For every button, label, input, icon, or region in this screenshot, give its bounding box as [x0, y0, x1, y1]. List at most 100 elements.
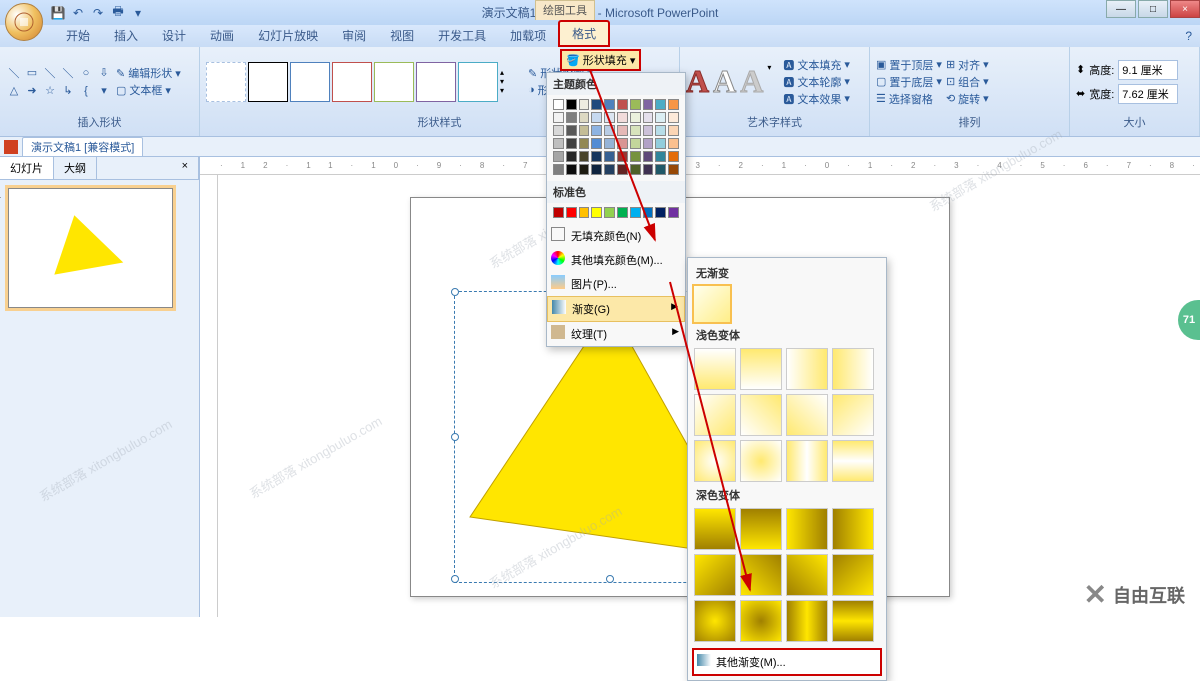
gallery-up-icon[interactable]: ▴: [500, 68, 514, 77]
color-swatch[interactable]: [566, 207, 577, 218]
wordart-gallery[interactable]: A A A ▾: [686, 63, 779, 100]
style-item[interactable]: [416, 62, 456, 102]
shape-line-icon[interactable]: ＼: [6, 65, 22, 81]
color-swatch[interactable]: [655, 125, 666, 136]
save-icon[interactable]: 💾: [50, 5, 66, 21]
gradient-swatch[interactable]: [694, 554, 736, 596]
gradient-swatch[interactable]: [832, 554, 874, 596]
color-swatch[interactable]: [630, 125, 641, 136]
color-swatch[interactable]: [579, 151, 590, 162]
send-back-button[interactable]: ▢置于底层▾: [876, 74, 942, 90]
close-button[interactable]: ×: [1170, 0, 1200, 18]
color-swatch[interactable]: [591, 125, 602, 136]
height-input[interactable]: 9.1 厘米: [1118, 60, 1178, 80]
gradient-swatch[interactable]: [786, 600, 828, 642]
gradient-swatch[interactable]: [832, 348, 874, 390]
bring-front-button[interactable]: ▣置于顶层▾: [876, 57, 942, 73]
tab-view[interactable]: 视图: [378, 24, 426, 47]
color-swatch[interactable]: [668, 138, 679, 149]
shape-line3-icon[interactable]: ＼: [60, 65, 76, 81]
color-swatch[interactable]: [617, 138, 628, 149]
color-swatch[interactable]: [655, 151, 666, 162]
gradient-swatch[interactable]: [786, 508, 828, 550]
tab-addins[interactable]: 加载项: [498, 24, 558, 47]
color-swatch[interactable]: [630, 138, 641, 149]
text-outline-button[interactable]: 🅰文本轮廓▾: [783, 74, 850, 90]
document-tab[interactable]: 演示文稿1 [兼容模式]: [22, 137, 143, 157]
gradient-swatch[interactable]: [694, 440, 736, 482]
shape-style-gallery[interactable]: ▴ ▾ ▾: [206, 62, 514, 102]
shape-arrow-icon[interactable]: ➜: [24, 83, 40, 99]
gradient-swatch[interactable]: [786, 394, 828, 436]
color-swatch[interactable]: [566, 99, 577, 110]
color-swatch[interactable]: [655, 112, 666, 123]
gradient-fill-item[interactable]: 渐变(G) ▶: [547, 296, 685, 322]
color-swatch[interactable]: [553, 151, 564, 162]
style-item[interactable]: [332, 62, 372, 102]
color-swatch[interactable]: [553, 164, 564, 175]
color-swatch[interactable]: [617, 125, 628, 136]
style-item[interactable]: [458, 62, 498, 102]
color-swatch[interactable]: [591, 164, 602, 175]
group-button[interactable]: ⊡组合▾: [946, 74, 989, 90]
gradient-swatch[interactable]: [694, 508, 736, 550]
gradient-swatch[interactable]: [786, 554, 828, 596]
color-swatch[interactable]: [655, 99, 666, 110]
color-swatch[interactable]: [668, 112, 679, 123]
color-swatch[interactable]: [579, 125, 590, 136]
color-swatch[interactable]: [591, 99, 602, 110]
color-swatch[interactable]: [566, 164, 577, 175]
selection-pane-button[interactable]: ☰选择窗格: [876, 91, 942, 107]
color-swatch[interactable]: [630, 99, 641, 110]
shape-more-icon[interactable]: ▾: [96, 83, 112, 99]
style-item[interactable]: [206, 62, 246, 102]
shape-conn-icon[interactable]: ↳: [60, 83, 76, 99]
redo-icon[interactable]: ↷: [90, 5, 106, 21]
edit-shape-button[interactable]: ✎编辑形状▾: [116, 65, 181, 81]
color-swatch[interactable]: [668, 207, 679, 218]
gradient-swatch[interactable]: [740, 554, 782, 596]
gradient-swatch[interactable]: [694, 348, 736, 390]
shape-fill-button[interactable]: 🪣 形状填充 ▾: [560, 49, 641, 71]
wordart-item[interactable]: A: [713, 63, 736, 100]
gradient-swatch[interactable]: [740, 440, 782, 482]
color-swatch[interactable]: [604, 207, 615, 218]
color-swatch[interactable]: [630, 112, 641, 123]
minimize-button[interactable]: —: [1106, 0, 1136, 18]
color-swatch[interactable]: [655, 207, 666, 218]
tab-home[interactable]: 开始: [54, 24, 102, 47]
color-swatch[interactable]: [566, 125, 577, 136]
color-swatch[interactable]: [566, 151, 577, 162]
style-item[interactable]: [374, 62, 414, 102]
gradient-swatch[interactable]: [694, 600, 736, 642]
color-swatch[interactable]: [579, 112, 590, 123]
color-swatch[interactable]: [591, 207, 602, 218]
gradient-swatch[interactable]: [832, 508, 874, 550]
shape-tri-icon[interactable]: △: [6, 83, 22, 99]
text-fill-button[interactable]: 🅰文本填充▾: [783, 57, 850, 73]
color-swatch[interactable]: [643, 207, 654, 218]
gallery-more-icon[interactable]: ▾: [500, 86, 514, 95]
no-fill-item[interactable]: 无填充颜色(N): [547, 224, 685, 248]
tab-format[interactable]: 格式: [558, 20, 610, 47]
color-swatch[interactable]: [655, 164, 666, 175]
align-button[interactable]: ⊞对齐▾: [946, 57, 989, 73]
shapes-gallery[interactable]: ＼ ▭ ＼ ＼ ○ ⇩ △ ➜ ☆ ↳ { ▾: [6, 65, 112, 99]
print-icon[interactable]: 🖶: [110, 5, 126, 21]
picture-fill-item[interactable]: 图片(P)...: [547, 272, 685, 296]
color-swatch[interactable]: [553, 207, 564, 218]
color-swatch[interactable]: [579, 138, 590, 149]
style-item[interactable]: [290, 62, 330, 102]
shape-brace-icon[interactable]: {: [78, 83, 94, 99]
gradient-swatch[interactable]: [832, 394, 874, 436]
color-swatch[interactable]: [668, 99, 679, 110]
outline-tab[interactable]: 大纲: [54, 157, 97, 179]
color-swatch[interactable]: [604, 164, 615, 175]
tab-slideshow[interactable]: 幻灯片放映: [246, 24, 330, 47]
gradient-swatch[interactable]: [832, 600, 874, 642]
color-swatch[interactable]: [643, 151, 654, 162]
text-effects-button[interactable]: 🅰文本效果▾: [783, 91, 850, 107]
gradient-swatch[interactable]: [740, 508, 782, 550]
slides-tab[interactable]: 幻灯片: [0, 157, 54, 179]
color-swatch[interactable]: [630, 164, 641, 175]
